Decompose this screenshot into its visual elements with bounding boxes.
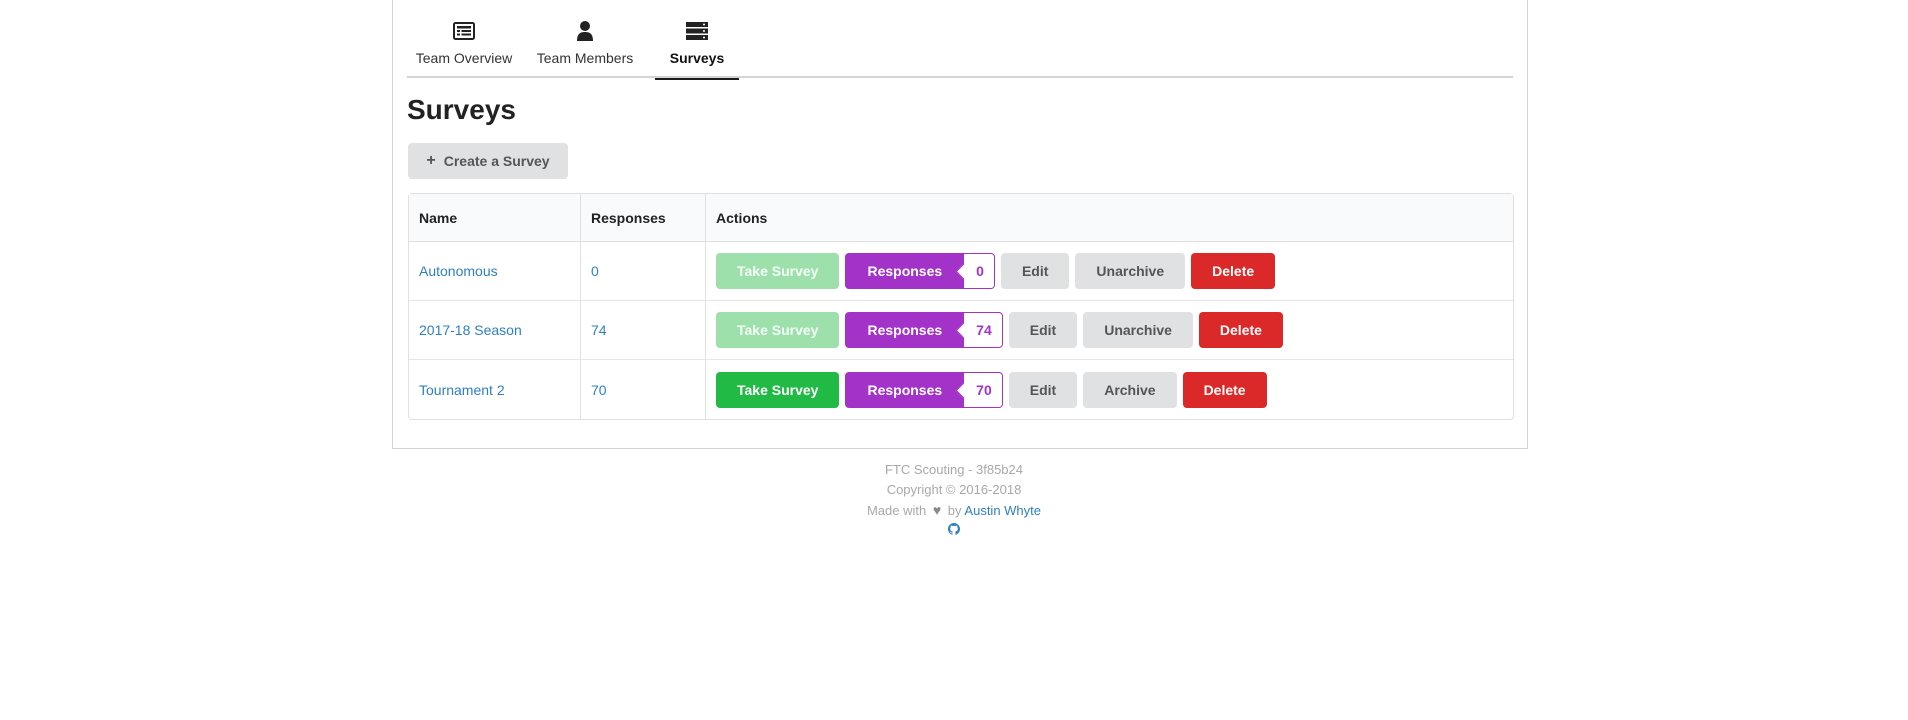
author-link[interactable]: Austin Whyte [964,503,1041,518]
edit-button[interactable]: Edit [1000,253,1070,289]
unarchive-button[interactable]: Unarchive [1083,312,1193,348]
footer-credits: Made with ♥ by Austin Whyte [0,500,1908,521]
footer-copyright: Copyright © 2016-2018 [886,482,1022,497]
delete-button[interactable]: Delete [1182,371,1267,408]
responses-count-label: 0 [964,253,995,289]
delete-button[interactable]: Delete [1198,312,1283,348]
by-text: by [947,503,962,518]
table-row: 2017-18 Season 74 Take Survey Responses … [409,301,1513,360]
take-survey-button[interactable]: Take Survey [716,312,840,348]
delete-button[interactable]: Delete [1191,253,1276,289]
tab-menu: Team Overview Team Members Surveys [407,0,1513,80]
survey-name-link[interactable]: 2017-18 Season [419,322,522,338]
heart-icon: ♥ [932,502,942,518]
column-header-responses: Responses [581,194,706,242]
github-icon [948,521,960,541]
tab-team-members[interactable]: Team Members [536,0,634,78]
tab-label: Team Members [536,50,634,66]
column-header-name: Name [409,194,581,242]
table-row: Tournament 2 70 Take Survey Responses 70… [409,360,1513,419]
made-with-text: Made with [866,503,927,518]
responses-count-label: 70 [964,371,1003,408]
responses-count-label: 74 [964,312,1003,348]
response-count-link[interactable]: 74 [591,322,607,338]
server-icon [685,20,709,42]
take-survey-button[interactable]: Take Survey [716,371,840,408]
response-count-link[interactable]: 0 [591,263,599,279]
responses-button-label: Responses [845,371,965,408]
survey-name-link[interactable]: Autonomous [419,263,498,279]
github-link[interactable] [0,521,1908,541]
response-count-link[interactable]: 70 [591,382,607,398]
unarchive-button[interactable]: Unarchive [1075,253,1186,289]
surveys-table: Name Responses Actions Autonomous 0 Take… [408,193,1514,420]
responses-button-label: Responses [845,312,965,348]
plus-icon: + [426,152,436,169]
row-actions: Take Survey Responses 74 Edit Unarchive … [716,312,1503,348]
page-title: Surveys [407,94,516,125]
responses-button[interactable]: Responses 70 [845,371,1003,408]
tab-label: Team Overview [415,50,513,66]
tab-team-overview[interactable]: Team Overview [407,0,521,78]
take-survey-button[interactable]: Take Survey [716,253,840,289]
tab-surveys[interactable]: Surveys [655,0,739,80]
archive-button[interactable]: Archive [1083,371,1177,408]
table-header-row: Name Responses Actions [409,194,1513,242]
footer: FTC Scouting - 3f85b24 Copyright © 2016-… [0,460,1908,541]
row-actions: Take Survey Responses 0 Edit Unarchive D… [716,253,1503,289]
create-survey-label: Create a Survey [443,153,550,169]
survey-name-link[interactable]: Tournament 2 [419,382,505,398]
tab-label: Surveys [669,50,725,66]
footer-version: FTC Scouting - 3f85b24 [884,462,1024,477]
main-container: Team Overview Team Members Surveys Surve… [392,0,1528,449]
edit-button[interactable]: Edit [1008,312,1078,348]
create-survey-button[interactable]: + Create a Survey [408,143,568,179]
newspaper-icon [453,20,475,42]
responses-button-label: Responses [845,253,965,289]
row-actions: Take Survey Responses 70 Edit Archive De… [716,371,1503,408]
edit-button[interactable]: Edit [1008,371,1078,408]
responses-button[interactable]: Responses 0 [845,253,995,289]
user-icon [576,20,594,42]
column-header-actions: Actions [706,194,1513,242]
table-row: Autonomous 0 Take Survey Responses 0 Edi… [409,242,1513,301]
responses-button[interactable]: Responses 74 [845,312,1003,348]
